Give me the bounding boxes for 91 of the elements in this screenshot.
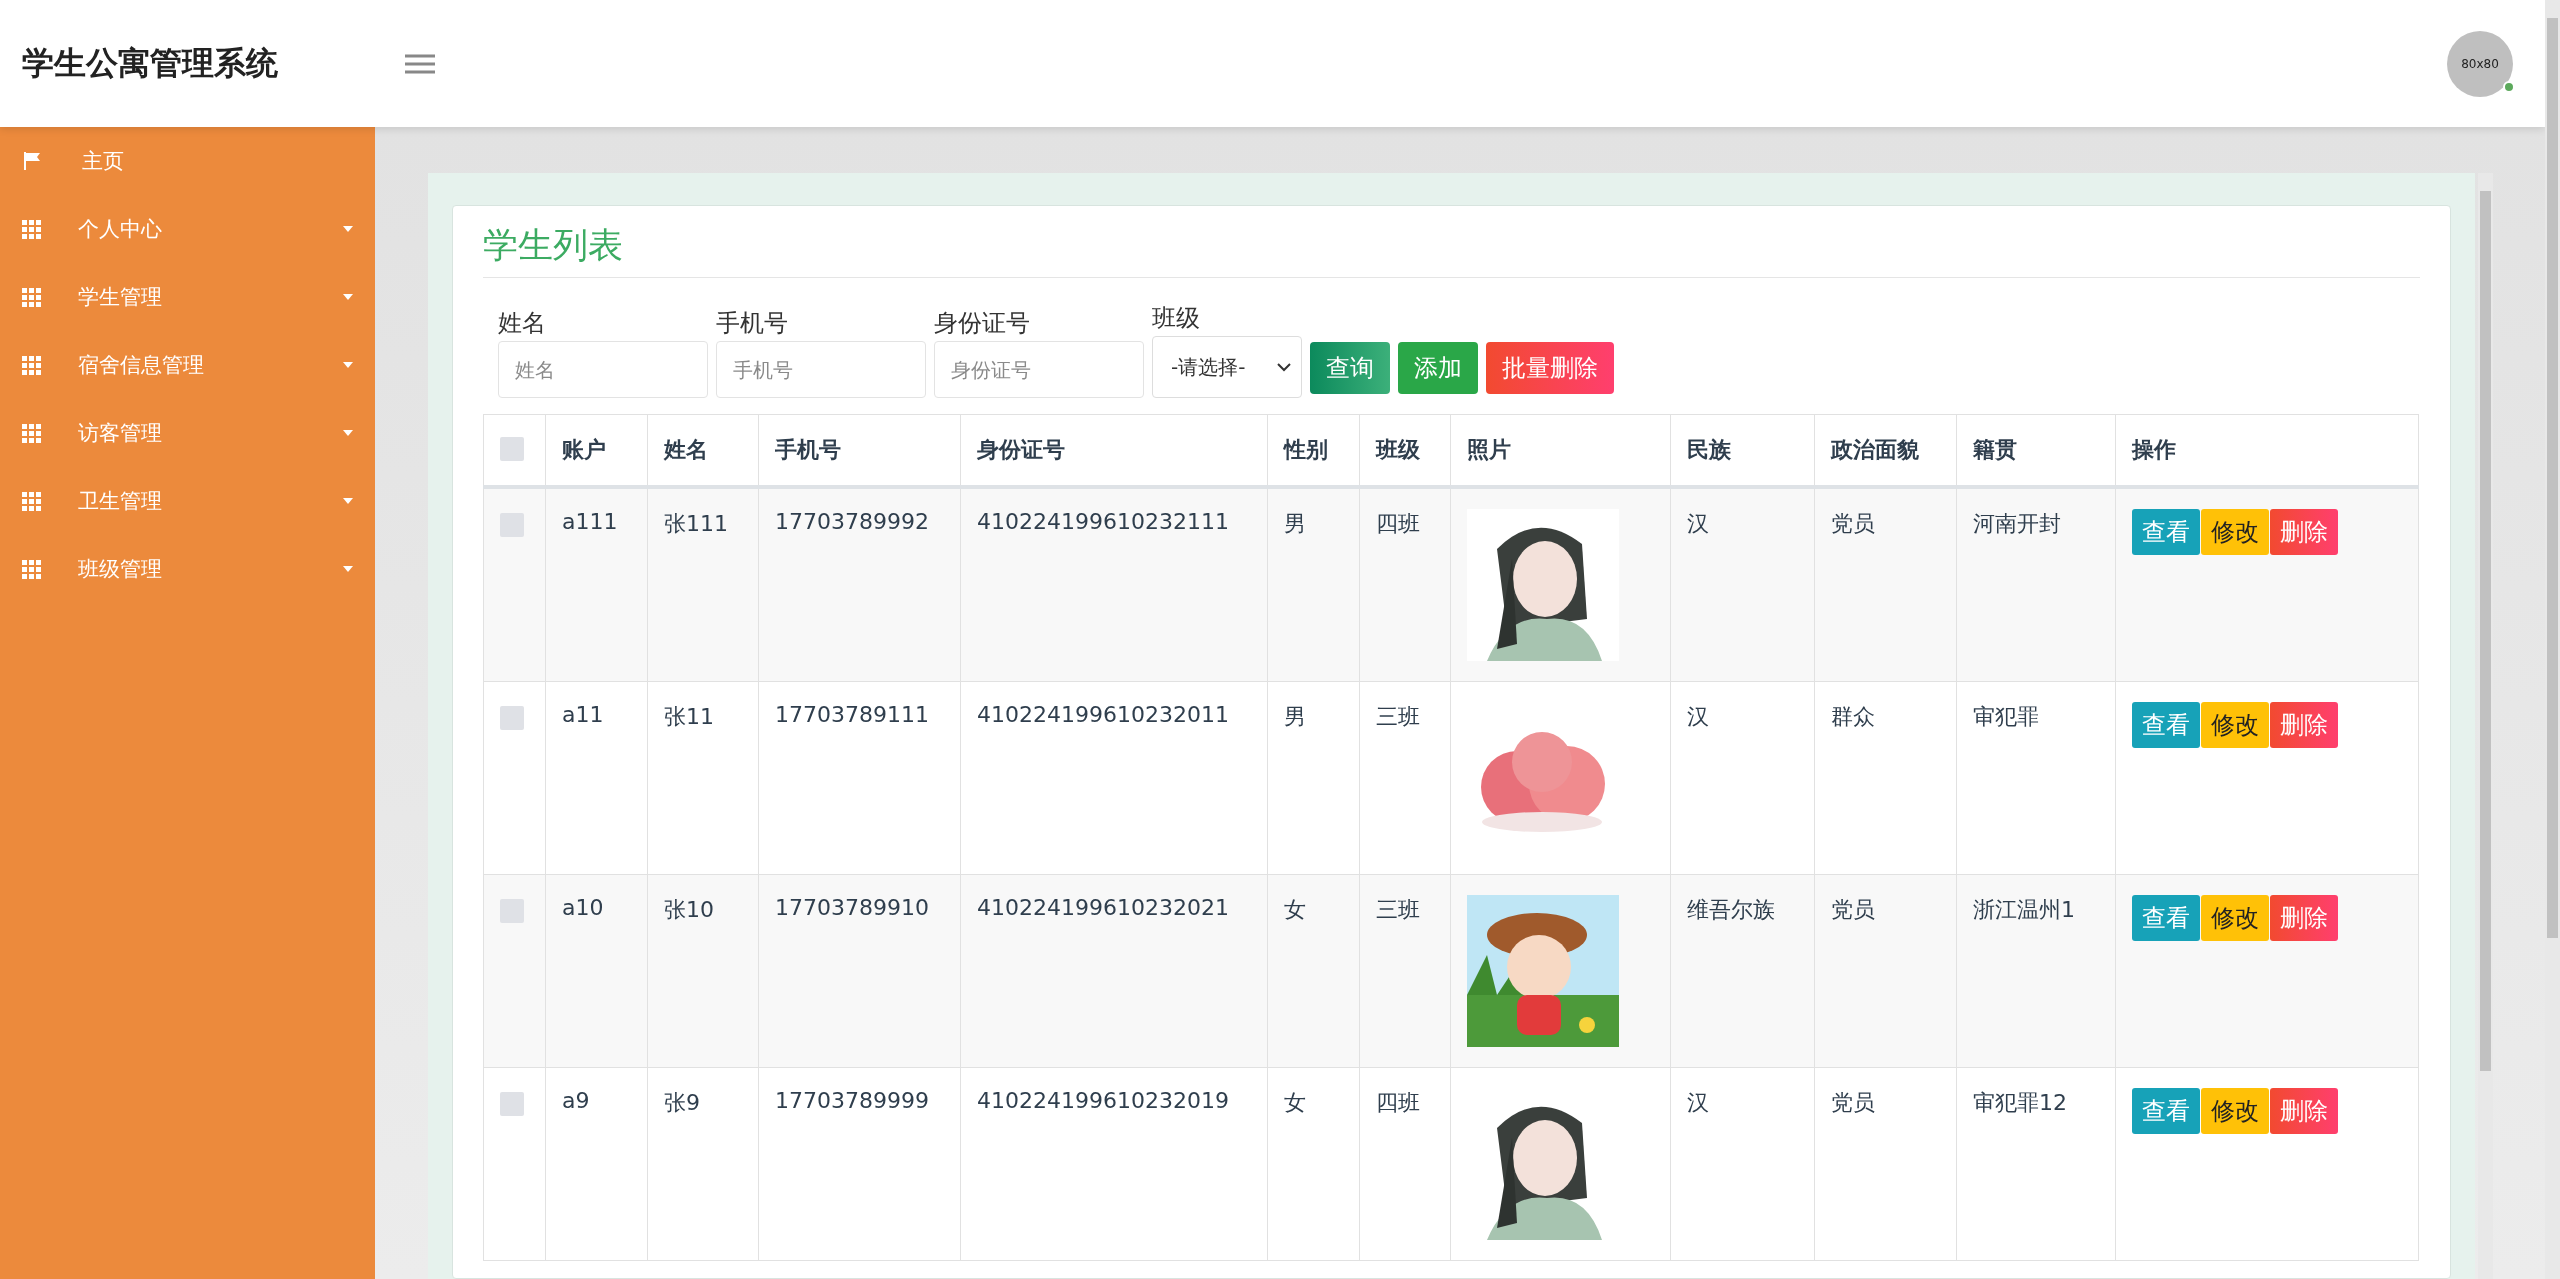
delete-button[interactable]: 删除 <box>2270 894 2338 941</box>
table-cell: 维吾尔族 <box>1670 874 1815 1067</box>
table-cell: 党员 <box>1814 1067 1957 1260</box>
table-cell: 审犯罪 <box>1956 681 2116 874</box>
table-cell: 张9 <box>647 1067 759 1260</box>
avatar[interactable]: 80x80 <box>2447 30 2513 97</box>
edit-button[interactable]: 修改 <box>2201 508 2269 555</box>
table-cell: 三班 <box>1359 681 1451 874</box>
grid-icon <box>22 559 41 579</box>
table-cell: 410224199610232019 <box>960 1067 1268 1260</box>
checkbox[interactable] <box>500 512 524 537</box>
table-cell: a11 <box>545 681 648 874</box>
table-cell: 汉 <box>1670 486 1815 681</box>
sidebar-item[interactable]: 卫生管理 <box>0 467 375 535</box>
checkbox[interactable] <box>500 437 524 462</box>
view-button[interactable]: 查看 <box>2132 701 2200 748</box>
view-button[interactable]: 查看 <box>2132 894 2200 941</box>
flag-icon <box>22 151 42 171</box>
table-cell: 群众 <box>1814 681 1957 874</box>
sidebar-item[interactable]: 主页 <box>0 127 375 195</box>
table-cell: 汉 <box>1670 681 1815 874</box>
table-cell: 17703789999 <box>758 1067 961 1260</box>
caret-icon <box>343 566 353 572</box>
chevron-icon <box>1277 362 1291 372</box>
view-button[interactable]: 查看 <box>2132 508 2200 555</box>
caret-icon <box>343 430 353 436</box>
caret-icon <box>343 294 353 300</box>
edit-button[interactable]: 修改 <box>2201 894 2269 941</box>
caret-icon <box>343 498 353 504</box>
table-cell: 党员 <box>1814 486 1957 681</box>
sidebar-item[interactable]: 个人中心 <box>0 195 375 263</box>
table-cell: 17703789992 <box>758 486 961 681</box>
table-cell: 女 <box>1267 874 1360 1067</box>
table-cell: 410224199610232011 <box>960 681 1268 874</box>
table-cell: a111 <box>545 486 648 681</box>
table-cell: 浙江温州1 <box>1956 874 2116 1067</box>
table-cell: a10 <box>545 874 648 1067</box>
grid-icon <box>22 355 41 375</box>
sidebar-item[interactable]: 宿舍信息管理 <box>0 331 375 399</box>
scrollbar[interactable] <box>2478 173 2493 1279</box>
caret-icon <box>343 362 353 368</box>
table-cell: 三班 <box>1359 874 1451 1067</box>
field-label: 班级 <box>1152 303 1201 334</box>
page-title: 学生列表 <box>483 222 2420 278</box>
table-cell: 17703789111 <box>758 681 961 874</box>
table-cell: 张111 <box>647 486 759 681</box>
delete-button[interactable]: 删除 <box>2270 701 2338 748</box>
app-title: 学生公寓管理系统 <box>21 42 279 84</box>
edit-button[interactable]: 修改 <box>2201 701 2269 748</box>
sidebar-item[interactable]: 班级管理 <box>0 535 375 603</box>
field-label: 姓名 <box>498 308 547 339</box>
input-field[interactable]: 手机号 <box>716 341 926 398</box>
grid-icon <box>22 423 41 443</box>
grid-icon <box>22 219 41 239</box>
table-cell: 汉 <box>1670 1067 1815 1260</box>
table-cell: 女 <box>1267 1067 1360 1260</box>
table-cell: 河南开封 <box>1956 486 2116 681</box>
table-cell: 男 <box>1267 486 1360 681</box>
delete-button[interactable]: 批量删除 <box>1486 342 1614 394</box>
table-cell: 410224199610232021 <box>960 874 1268 1067</box>
menu-icon[interactable] <box>405 52 435 75</box>
table-cell: a9 <box>545 1067 648 1260</box>
table-cell: 审犯罪12 <box>1956 1067 2116 1260</box>
add-button[interactable]: 添加 <box>1398 342 1478 394</box>
delete-button[interactable]: 删除 <box>2270 1087 2338 1134</box>
table-cell: 四班 <box>1359 486 1451 681</box>
class-select[interactable]: -请选择- <box>1152 336 1302 398</box>
edit-button[interactable]: 修改 <box>2201 1087 2269 1134</box>
field-label: 手机号 <box>716 308 789 339</box>
table-cell: 男 <box>1267 681 1360 874</box>
delete-button[interactable]: 删除 <box>2270 508 2338 555</box>
checkbox[interactable] <box>500 898 524 923</box>
view-button[interactable]: 查看 <box>2132 1087 2200 1134</box>
sidebar-item[interactable]: 学生管理 <box>0 263 375 331</box>
checkbox[interactable] <box>500 1091 524 1116</box>
field-label: 身份证号 <box>934 308 1031 339</box>
caret-icon <box>343 226 353 232</box>
input-field[interactable]: 身份证号 <box>934 341 1144 398</box>
search-button[interactable]: 查询 <box>1310 342 1390 394</box>
scrollbar[interactable] <box>2545 0 2560 1279</box>
grid-icon <box>22 287 41 307</box>
checkbox[interactable] <box>500 705 524 730</box>
table-cell: 410224199610232111 <box>960 486 1268 681</box>
table-cell: 张10 <box>647 874 759 1067</box>
grid-icon <box>22 491 41 511</box>
sidebar-item[interactable]: 访客管理 <box>0 399 375 467</box>
table-cell: 17703789910 <box>758 874 961 1067</box>
input-field[interactable]: 姓名 <box>498 341 708 398</box>
table-cell: 党员 <box>1814 874 1957 1067</box>
table-cell: 四班 <box>1359 1067 1451 1260</box>
table-cell: 张11 <box>647 681 759 874</box>
